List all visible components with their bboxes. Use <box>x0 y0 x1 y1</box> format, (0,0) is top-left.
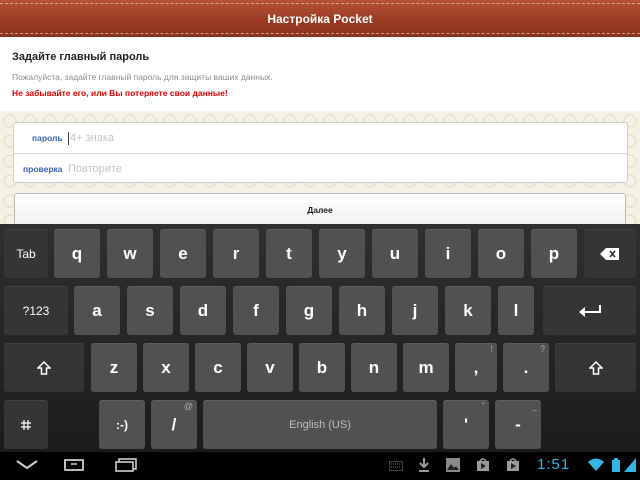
key-apostrophe-label: ' <box>463 414 469 434</box>
key-comma-label: , <box>473 357 479 377</box>
soft-keyboard: Tab q w e r t y u i o p ?123 a s d f g h… <box>0 224 640 452</box>
wifi-icon <box>588 458 604 471</box>
key-x[interactable]: x <box>143 343 189 392</box>
key-tab[interactable]: Tab <box>4 229 48 278</box>
key-a[interactable]: a <box>74 286 120 335</box>
key-p[interactable]: p <box>531 229 577 278</box>
key-smiley[interactable]: :-) <box>99 400 145 449</box>
intro-panel: Задайте главный пароль Пожалуйста, задай… <box>0 37 640 111</box>
key-slash-label: / <box>171 414 177 434</box>
key-e[interactable]: e <box>160 229 206 278</box>
key-settings[interactable] <box>4 400 48 449</box>
key-dash-label: - <box>515 414 521 434</box>
intro-warning: Не забывайте его, или Вы потеряете свои … <box>12 88 228 98</box>
battery-icon <box>612 458 620 472</box>
key-z[interactable]: z <box>91 343 137 392</box>
key-o[interactable]: o <box>478 229 524 278</box>
download-icon <box>419 458 429 472</box>
key-n[interactable]: n <box>351 343 397 392</box>
key-backspace[interactable] <box>584 229 636 278</box>
key-y[interactable]: y <box>319 229 365 278</box>
recent-apps-icon[interactable] <box>114 458 138 472</box>
key-w[interactable]: w <box>107 229 153 278</box>
header-title: Настройка Pocket <box>267 11 373 26</box>
key-enter[interactable] <box>543 286 636 335</box>
shift-icon <box>588 360 603 375</box>
play-store-icon <box>477 458 489 471</box>
key-dash-alt: _ <box>531 401 537 411</box>
enter-icon <box>578 304 601 317</box>
key-r[interactable]: r <box>213 229 259 278</box>
confirm-label: проверка <box>23 163 63 174</box>
confirm-row: проверка <box>14 153 627 183</box>
key-u[interactable]: u <box>372 229 418 278</box>
intro-description: Пожалуйста, задайте главный пароль для з… <box>12 72 273 82</box>
key-l[interactable]: l <box>498 286 534 335</box>
key-f[interactable]: f <box>233 286 279 335</box>
password-input[interactable] <box>70 132 627 144</box>
intro-heading: Задайте главный пароль <box>12 51 150 63</box>
image-icon <box>446 458 460 472</box>
key-g[interactable]: g <box>286 286 332 335</box>
key-tab-label: Tab <box>16 246 36 261</box>
key-s[interactable]: s <box>127 286 173 335</box>
clock: 1:51 <box>537 456 571 473</box>
system-navbar: 1:51 <box>0 452 640 480</box>
key-apostrophe-alt: " <box>481 401 485 411</box>
key-q[interactable]: q <box>54 229 100 278</box>
key-symbols[interactable]: ?123 <box>4 286 68 335</box>
password-form: пароль проверка <box>13 122 628 183</box>
key-k[interactable]: k <box>445 286 491 335</box>
key-slash[interactable]: / @ <box>151 400 197 449</box>
text-cursor <box>68 131 69 145</box>
key-m[interactable]: m <box>403 343 449 392</box>
key-period-alt: ? <box>539 344 545 354</box>
password-label: пароль <box>32 133 63 143</box>
next-button[interactable]: Далее <box>14 193 626 227</box>
confirm-input[interactable] <box>68 162 627 175</box>
key-c[interactable]: c <box>195 343 241 392</box>
key-i[interactable]: i <box>425 229 471 278</box>
keyboard-notification-icon <box>389 461 403 471</box>
key-period-label: . <box>523 357 529 377</box>
key-space[interactable]: English (US) <box>203 400 437 449</box>
key-symbols-label: ?123 <box>22 303 50 318</box>
key-comma[interactable]: , ! <box>455 343 497 392</box>
backspace-icon <box>600 247 619 260</box>
home-icon[interactable] <box>62 458 86 472</box>
key-dash[interactable]: - _ <box>495 400 541 449</box>
key-shift-left[interactable] <box>4 343 84 392</box>
signal-icon <box>624 458 636 472</box>
key-period[interactable]: . ? <box>503 343 549 392</box>
key-comma-alt: ! <box>490 344 493 354</box>
key-b[interactable]: b <box>299 343 345 392</box>
play-store-icon <box>507 458 519 471</box>
key-h[interactable]: h <box>339 286 385 335</box>
key-v[interactable]: v <box>247 343 293 392</box>
settings-icon <box>21 419 31 430</box>
app-header: Настройка Pocket <box>0 0 640 37</box>
key-slash-alt: @ <box>183 401 193 411</box>
password-row: пароль <box>14 123 627 153</box>
key-apostrophe[interactable]: ' " <box>443 400 489 449</box>
hide-keyboard-icon[interactable] <box>16 460 38 470</box>
key-t[interactable]: t <box>266 229 312 278</box>
shift-icon <box>37 360 51 375</box>
key-shift-right[interactable] <box>555 343 636 392</box>
key-d[interactable]: d <box>180 286 226 335</box>
key-j[interactable]: j <box>392 286 438 335</box>
